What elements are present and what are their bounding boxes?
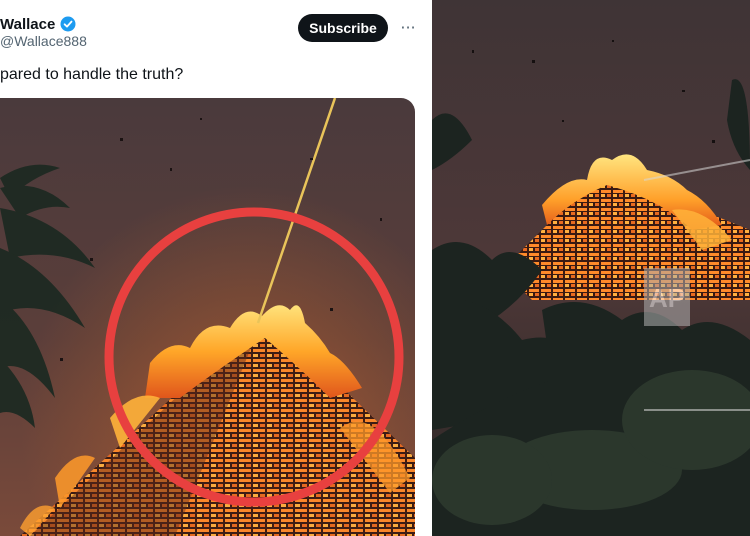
author-name[interactable]: Wallace <box>0 16 55 33</box>
author-handle-text: Wallace888 <box>14 33 87 49</box>
burning-church-photo <box>0 98 415 536</box>
more-options-icon[interactable]: ··· <box>398 16 418 38</box>
ap-burning-church-photo: AP <box>432 0 750 536</box>
author-row: Wallace <box>0 14 76 34</box>
tweet-card: Wallace @Wallace888 Subscribe ··· pared … <box>0 0 428 536</box>
verified-badge-icon <box>60 16 76 32</box>
comparison-photo[interactable]: AP <box>432 0 750 536</box>
author-handle[interactable]: @Wallace888 <box>0 33 87 49</box>
tweet-image[interactable] <box>0 98 415 536</box>
subscribe-button[interactable]: Subscribe <box>298 14 388 42</box>
svg-text:AP: AP <box>649 283 685 313</box>
tweet-text: pared to handle the truth? <box>0 66 184 83</box>
